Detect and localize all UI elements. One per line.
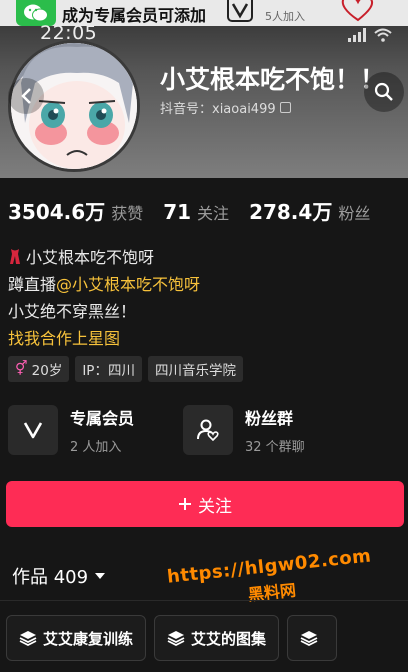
caret-down-icon — [95, 573, 106, 579]
collection-item[interactable] — [287, 615, 338, 661]
profile-handle[interactable]: 抖音号：xiaoai499 — [160, 98, 291, 117]
heart-doodle-icon — [341, 0, 374, 22]
member-sub: 2 人加入 — [70, 440, 122, 455]
plus-icon — [179, 498, 191, 510]
works-tab[interactable]: 作品 409 — [12, 563, 106, 589]
school-tag[interactable]: 四川音乐学院 — [147, 356, 243, 382]
collection-item[interactable]: 艾艾的图集 — [154, 615, 280, 661]
likes-count[interactable]: 3504.6万 — [8, 196, 105, 225]
follow-button[interactable]: 关注 — [6, 481, 404, 527]
profile-tags: ⚥ 20岁 IP：四川 四川音乐学院 — [8, 356, 243, 382]
collection-item[interactable]: 艾艾康复训练 — [6, 615, 147, 661]
age-tag: ⚥ 20岁 — [8, 356, 70, 382]
follow-label: 关注 — [198, 496, 232, 517]
ip-tag: IP：四川 — [75, 356, 142, 382]
following-label: 关注 — [197, 204, 230, 223]
watermark: https://hlgw02.com 黑料网 — [166, 545, 375, 613]
scarf-icon — [10, 249, 20, 264]
search-icon — [374, 82, 393, 101]
fans-group-sub: 32 个群聊 — [245, 440, 305, 455]
member-card[interactable]: 专属会员 2 人加入 — [8, 404, 134, 456]
bio-line-1: 小艾根本吃不饱呀 — [8, 244, 200, 271]
search-button[interactable] — [364, 72, 404, 112]
works-label: 作品 409 — [12, 567, 89, 588]
following-count[interactable]: 71 — [163, 200, 191, 224]
wifi-icon — [374, 28, 392, 42]
female-icon: ⚥ — [15, 361, 28, 377]
star-map-link[interactable]: 找我合作上星图 — [8, 325, 200, 352]
fans-group-title: 粉丝群 — [245, 409, 294, 428]
followers-count[interactable]: 278.4万 — [249, 196, 332, 225]
divider — [0, 600, 408, 601]
signal-icon — [348, 28, 366, 42]
copy-icon[interactable] — [279, 102, 291, 113]
collections-row: 艾艾康复训练 艾艾的图集 — [6, 615, 338, 661]
member-title: 专属会员 — [70, 409, 135, 428]
fans-group-icon — [183, 405, 233, 455]
member-v-icon — [227, 0, 253, 22]
fans-group-card[interactable]: 粉丝群 32 个群聊 — [183, 404, 305, 456]
live-account-link[interactable]: @小艾根本吃不饱呀 — [56, 275, 200, 294]
back-icon[interactable] — [8, 78, 44, 114]
handle-text: 抖音号：xiaoai499 — [160, 102, 276, 117]
status-icons — [348, 28, 392, 42]
layers-icon — [300, 631, 318, 646]
bio-line-3: 小艾绝不穿黑丝！ — [8, 302, 137, 321]
layers-icon — [19, 631, 37, 646]
layers-icon — [167, 631, 185, 646]
bio-line-2: 蹲直播@小艾根本吃不饱呀 — [8, 275, 201, 294]
followers-label: 粉丝 — [338, 204, 371, 223]
member-v-icon — [8, 405, 58, 455]
likes-label: 获赞 — [111, 204, 144, 223]
profile-name: 小艾根本吃不饱！！ — [160, 65, 386, 94]
profile-stats: 3504.6万 获赞 71 关注 278.4万 粉丝 — [8, 196, 390, 225]
profile-bio: 小艾根本吃不饱呀 蹲直播@小艾根本吃不饱呀 小艾绝不穿黑丝！ 找我合作上星图 — [8, 244, 200, 352]
notice-join-count: 5人加入 — [265, 10, 305, 23]
